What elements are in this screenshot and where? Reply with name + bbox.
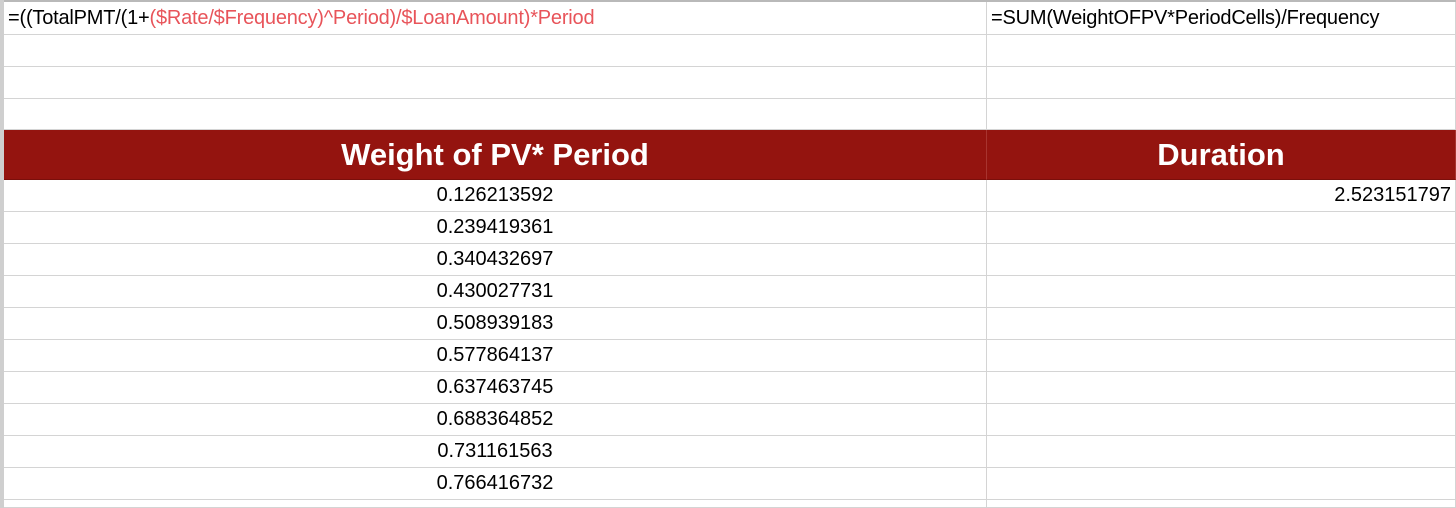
table-row: 0.577864137 bbox=[4, 340, 1456, 372]
empty-cell[interactable] bbox=[987, 436, 1456, 468]
empty-cell[interactable] bbox=[987, 468, 1456, 500]
table-row: 0.637463745 bbox=[4, 372, 1456, 404]
weight-cell[interactable]: 0.637463745 bbox=[4, 372, 987, 404]
empty-cell[interactable] bbox=[987, 276, 1456, 308]
weight-cell[interactable]: 0.731161563 bbox=[4, 436, 987, 468]
formula-text-prefix: =((TotalPMT/(1+ bbox=[8, 6, 150, 29]
cell-value: 0.239419361 bbox=[436, 216, 554, 238]
table-row: 0.731161563 bbox=[4, 436, 1456, 468]
empty-cell[interactable] bbox=[987, 244, 1456, 276]
empty-cell[interactable] bbox=[4, 35, 987, 67]
empty-cell[interactable] bbox=[987, 340, 1456, 372]
formula-reference-loan-amount: $LoanAmount) bbox=[401, 6, 531, 29]
header-weight-of-pv-period[interactable]: Weight of PV* Period bbox=[4, 130, 987, 180]
table-row: 0.239419361 bbox=[4, 212, 1456, 244]
table-row: 0.688364852 bbox=[4, 404, 1456, 436]
table-row: 0.766416732 bbox=[4, 468, 1456, 500]
duration-formula-text: =SUM(WeightOFPV*PeriodCells)/Frequency bbox=[991, 6, 1380, 29]
table-row: 0.430027731 bbox=[4, 276, 1456, 308]
empty-cell[interactable] bbox=[987, 404, 1456, 436]
header-label: Duration bbox=[1157, 136, 1285, 172]
table-row: 0.508939183 bbox=[4, 308, 1456, 340]
header-duration[interactable]: Duration bbox=[987, 130, 1456, 180]
cell-left-formula[interactable]: =((TotalPMT/(1+ ($Rate/$Frequency) ^Period… bbox=[4, 2, 987, 35]
cell-value: 0.126213592 bbox=[436, 184, 554, 206]
partial-row bbox=[4, 500, 1456, 508]
weight-cell[interactable]: 0.577864137 bbox=[4, 340, 987, 372]
empty-cell[interactable] bbox=[987, 35, 1456, 67]
weight-cell[interactable]: 0.430027731 bbox=[4, 276, 987, 308]
empty-row-2 bbox=[4, 67, 1456, 99]
duration-value: 2.523151797 bbox=[1334, 184, 1451, 206]
empty-cell[interactable] bbox=[987, 67, 1456, 99]
cell-value: 0.340432697 bbox=[436, 248, 554, 270]
table-row: 0.126213592 2.523151797 bbox=[4, 180, 1456, 212]
cell-value: 0.688364852 bbox=[436, 408, 554, 430]
cell-value: 0.731161563 bbox=[437, 440, 553, 462]
formula-reference-rate-frequency: ($Rate/$Frequency) bbox=[149, 6, 324, 29]
empty-cell[interactable] bbox=[987, 372, 1456, 404]
formula-text-suffix: *Period bbox=[530, 6, 595, 29]
header-label: Weight of PV* Period bbox=[341, 136, 649, 172]
empty-cell[interactable] bbox=[987, 212, 1456, 244]
empty-cell[interactable] bbox=[987, 500, 1456, 508]
empty-cell[interactable] bbox=[4, 99, 987, 130]
empty-cell[interactable] bbox=[987, 99, 1456, 130]
empty-cell[interactable] bbox=[987, 308, 1456, 340]
weight-cell[interactable]: 0.688364852 bbox=[4, 404, 987, 436]
cell-value: 0.577864137 bbox=[436, 344, 554, 366]
weight-cell[interactable]: 0.766416732 bbox=[4, 468, 987, 500]
cell-value: 0.430027731 bbox=[436, 280, 554, 302]
weight-cell[interactable]: 0.508939183 bbox=[4, 308, 987, 340]
cell-right-formula[interactable]: =SUM(WeightOFPV*PeriodCells)/Frequency bbox=[987, 2, 1456, 35]
duration-cell[interactable]: 2.523151797 bbox=[987, 180, 1456, 212]
empty-cell[interactable] bbox=[4, 67, 987, 99]
weight-cell[interactable]: 0.340432697 bbox=[4, 244, 987, 276]
cell-value: 0.508939183 bbox=[436, 312, 554, 334]
weight-cell[interactable]: 0.126213592 bbox=[4, 180, 987, 212]
table-header-row: Weight of PV* Period Duration bbox=[4, 130, 1456, 180]
empty-row-3 bbox=[4, 99, 1456, 130]
formula-row: =((TotalPMT/(1+ ($Rate/$Frequency) ^Period… bbox=[4, 2, 1456, 35]
empty-cell[interactable] bbox=[4, 500, 987, 508]
empty-row-1 bbox=[4, 35, 1456, 67]
formula-text-middle: ^Period)/ bbox=[323, 6, 402, 29]
cell-value: 0.637463745 bbox=[436, 376, 554, 398]
cell-value: 0.766416732 bbox=[436, 472, 554, 494]
table-row: 0.340432697 bbox=[4, 244, 1456, 276]
spreadsheet: =((TotalPMT/(1+ ($Rate/$Frequency) ^Period… bbox=[0, 0, 1456, 508]
weight-cell[interactable]: 0.239419361 bbox=[4, 212, 987, 244]
